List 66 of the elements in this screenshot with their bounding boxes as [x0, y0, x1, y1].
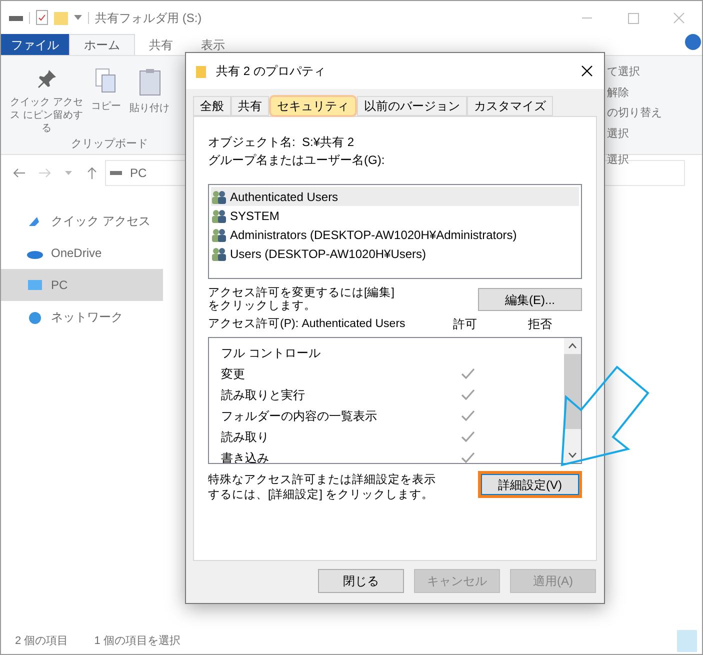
user-list-item[interactable]: Authenticated Users — [211, 187, 579, 206]
ribbon-item[interactable]: の切り替え — [607, 105, 662, 122]
dialog-title: 共有 2 のプロパティ — [216, 63, 326, 80]
user-list[interactable]: Authenticated Users SYSTEM Administrators (DESKTOP-AW1020H¥Administrators) Users (DESKTOP-AW1020H¥Users) — [208, 184, 582, 279]
permission-name: 読み取り — [221, 428, 270, 446]
dialog-button[interactable]: 閉じる — [318, 569, 404, 593]
window-title: 共有フォルダ用 (S:) — [95, 10, 202, 26]
dropdown-icon[interactable] — [74, 14, 82, 20]
permission-name: 変更 — [221, 366, 246, 382]
group-label: 選択 — [607, 153, 629, 168]
back-arrow-icon[interactable] — [13, 168, 25, 178]
ribbon-button[interactable]: 貼り付け — [128, 68, 171, 136]
folder-icon[interactable] — [54, 10, 68, 24]
ribbon-tab[interactable]: 表示 — [187, 34, 239, 55]
tab[interactable]: 全般 — [193, 96, 231, 116]
forward-arrow-icon[interactable] — [39, 168, 51, 178]
allow-header: 許可 — [453, 317, 478, 331]
group-label: クリップボード — [71, 136, 148, 152]
ribbon-button[interactable]: クイック アクセス にピン留めする — [9, 68, 84, 136]
ribbon-item[interactable]: て選択 — [607, 64, 640, 80]
edit-hint: アクセス許可を変更するには[編集]をクリックします。 — [208, 287, 396, 313]
object-name-value: S:¥共有 2 — [302, 134, 354, 151]
permission-name: 読み取りと実行 — [221, 386, 306, 404]
ribbon-tab[interactable]: 共有 — [135, 34, 187, 55]
up-arrow-icon[interactable] — [87, 167, 97, 179]
ribbon-item[interactable]: 解除 — [607, 84, 629, 101]
ribbon-tab[interactable]: ホーム — [69, 34, 135, 55]
ribbon-item[interactable]: 選択 — [607, 126, 629, 142]
users-icon — [211, 246, 227, 260]
nav-item[interactable]: OneDrive — [1, 237, 163, 269]
pin-icon — [36, 68, 58, 90]
close-icon[interactable] — [580, 64, 594, 78]
permissions-label: アクセス許可(P): Authenticated Users — [208, 317, 406, 331]
deny-header: 拒否 — [528, 317, 552, 331]
clipboard-icon — [138, 68, 161, 96]
nav-item[interactable]: PC — [1, 269, 163, 301]
object-name-label: オブジェクト名: — [208, 134, 296, 151]
advanced-button[interactable]: 詳細設定(V) — [478, 471, 582, 498]
permission-name: フル コントロール — [221, 344, 322, 362]
status-text: 2 個の項目 — [15, 634, 68, 649]
user-list-item[interactable]: SYSTEM — [211, 206, 579, 225]
users-icon — [211, 190, 227, 204]
scroll-thumb[interactable] — [564, 354, 581, 429]
history-dropdown-icon[interactable] — [65, 170, 73, 176]
tab[interactable]: セキュリティ — [269, 95, 357, 117]
user-list-item[interactable]: Users (DESKTOP-AW1020H¥Users) — [211, 244, 579, 263]
advanced-hint: 特殊なアクセス許可または詳細設定を表示するには、[詳細設定] をクリックします。 — [208, 473, 437, 503]
folder-icon — [196, 64, 206, 78]
status-text: 1 個の項目を選択 — [94, 634, 180, 649]
document-icon[interactable] — [36, 10, 48, 25]
permission-name: フォルダーの内容の一覧表示 — [221, 408, 378, 424]
tab[interactable]: カスタマイズ — [467, 96, 553, 116]
tab[interactable]: 以前のバージョン — [357, 96, 467, 116]
user-list-item[interactable]: Administrators (DESKTOP-AW1020H¥Administrators) — [211, 225, 579, 244]
copy-icon — [95, 68, 118, 94]
nav-item[interactable]: クイック アクセス — [1, 205, 163, 237]
ribbon-button[interactable]: コピー — [90, 68, 122, 136]
users-icon — [211, 228, 227, 242]
ribbon-tab[interactable]: ファイル — [1, 34, 69, 55]
nav-item[interactable]: ネットワーク — [1, 301, 163, 333]
scrollbar[interactable] — [564, 338, 581, 463]
group-list-label: グループ名またはユーザー名(G): — [208, 152, 386, 169]
tab[interactable]: 共有 — [231, 96, 269, 116]
monitor-icon — [27, 278, 43, 292]
users-icon — [211, 208, 227, 222]
edit-button[interactable]: 編集(E)... — [478, 288, 582, 311]
